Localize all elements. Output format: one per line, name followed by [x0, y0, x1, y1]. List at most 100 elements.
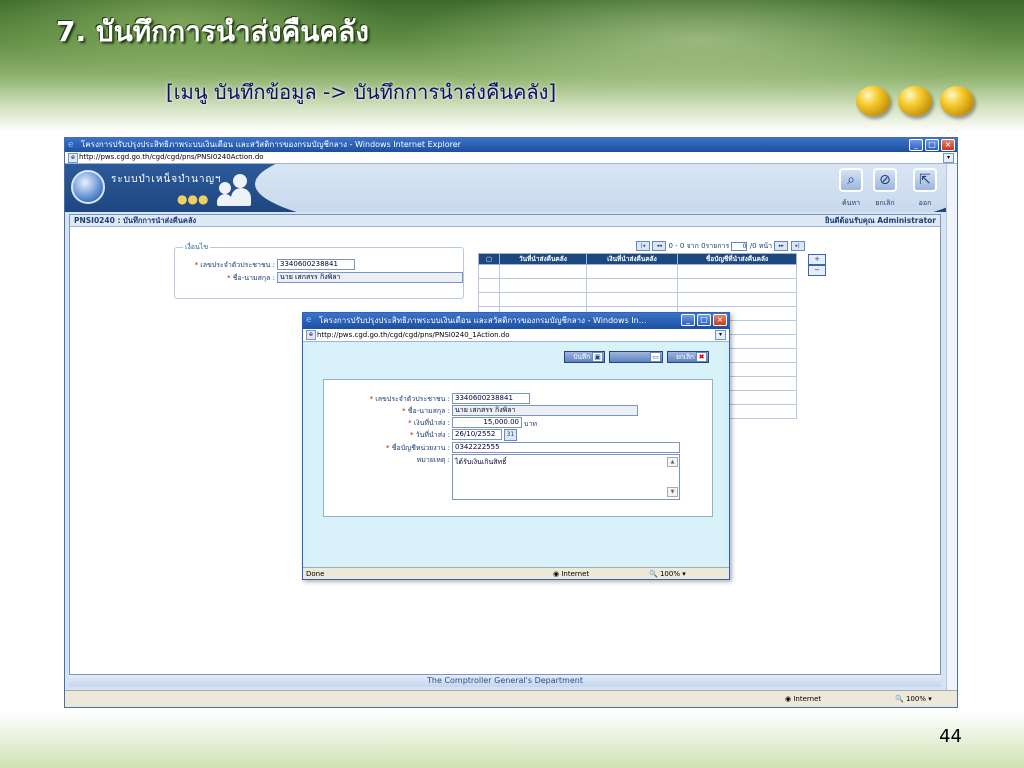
- calendar-icon[interactable]: 31: [504, 429, 517, 441]
- address-url: http://pws.cgd.go.th/cgd/cgd/pns/PNSI024…: [79, 153, 264, 161]
- clear-icon: ▭: [650, 352, 662, 362]
- browser-title: โครงการปรับปรุงประสิทธิภาพระบบเงินเดือน …: [81, 140, 461, 149]
- grid-header: ชื่อบัญชีที่นำส่งคืนคลัง: [677, 253, 797, 265]
- popup-close-button[interactable]: ×: [713, 314, 727, 326]
- date-label: * วันที่นำส่ง :: [409, 431, 450, 439]
- page-input[interactable]: 0: [731, 241, 748, 251]
- remove-row-button[interactable]: −: [808, 265, 826, 276]
- next-page-button[interactable]: ▸▸: [774, 241, 789, 251]
- remark-textarea[interactable]: ได้รับเงินเกินสิทธิ์ ▲ ▼: [452, 454, 680, 500]
- entry-form: * เลขประจำตัวประชาชน : 3340600238841 * ช…: [323, 379, 713, 517]
- status-text: Done: [306, 570, 325, 578]
- amount-label: * เงินที่นำส่ง :: [408, 419, 450, 427]
- page-scrollbar[interactable]: [946, 164, 957, 690]
- page-icon: e: [68, 153, 78, 163]
- table-cell: [478, 278, 500, 293]
- table-cell: [499, 278, 587, 293]
- search-button-label: ค้นหา: [841, 199, 860, 207]
- browser-statusbar: ◉ Internet 🔍 100% ▾: [65, 690, 957, 707]
- name-input: นาย เสกสรร กิ่งพิลา: [452, 405, 638, 416]
- maximize-button[interactable]: □: [925, 139, 939, 151]
- browser-titlebar: e โครงการปรับปรุงประสิทธิภาพระบบเงินเดือ…: [65, 138, 957, 152]
- table-cell: [677, 264, 797, 279]
- cancel-icon: ✖: [696, 352, 707, 362]
- date-input[interactable]: 26/10/2552: [452, 429, 502, 440]
- exit-button-label: ออก: [918, 199, 932, 207]
- condition-legend: เงื่อนไข: [183, 242, 211, 253]
- cancel-button-label: ยกเลิก: [875, 199, 895, 207]
- slide-footer-band: [0, 712, 1024, 768]
- page-number: 44: [939, 726, 962, 747]
- internet-zone: ◉ Internet: [785, 695, 822, 703]
- gold-ball-icon: [856, 86, 890, 116]
- welcome-text: ยินดีต้อนรับคุณ Administrator: [825, 216, 936, 225]
- save-button[interactable]: บันทึก ▣: [564, 351, 606, 363]
- table-cell: [586, 292, 678, 307]
- citizen-id-label: * เลขประจำตัวประชาชน :: [369, 395, 450, 403]
- popup-window: e โครงการปรับปรุงประสิทธิภาพระบบเงินเดือ…: [302, 312, 730, 580]
- scroll-down-icon[interactable]: ▼: [667, 487, 678, 497]
- app-footer: The Comptroller General's Department: [69, 674, 941, 687]
- prev-page-button[interactable]: ◂◂: [652, 241, 667, 251]
- account-input[interactable]: 0342222555: [452, 442, 680, 453]
- table-row[interactable]: [478, 278, 797, 293]
- table-row[interactable]: [478, 264, 797, 279]
- popup-content: บันทึก ▣ ▭ ยกเลิก ✖ * เลขประจำตัวประชาชน…: [309, 343, 723, 565]
- page-icon: e: [306, 330, 316, 340]
- remark-label: หมายเหตุ :: [416, 456, 450, 464]
- slide-subtitle: [เมนู บันทึกข้อมูล -> บันทึกการนำส่งคืนค…: [166, 80, 557, 104]
- search-button[interactable]: ⌕: [839, 168, 863, 192]
- select-all-checkbox[interactable]: ▢: [478, 253, 500, 265]
- name-label: * ชื่อ-นามสกุล :: [227, 274, 275, 282]
- gold-ball-icon: [898, 86, 932, 116]
- minimize-button[interactable]: _: [909, 139, 923, 151]
- popup-zoom-level[interactable]: 🔍 100% ▾: [649, 568, 686, 579]
- last-page-button[interactable]: ▸|: [790, 241, 805, 251]
- popup-cancel-button[interactable]: ยกเลิก ✖: [667, 351, 709, 363]
- pager: |◂ ◂◂ 0 - 0 จาก 0รายการ 0 /0 หน้า ▸▸ ▸|: [636, 241, 805, 252]
- popup-titlebar: e โครงการปรับปรุงประสิทธิภาพระบบเงินเดือ…: [303, 313, 729, 329]
- cancel-toolbar-button[interactable]: ⊘: [873, 168, 897, 192]
- popup-maximize-button[interactable]: □: [697, 314, 711, 326]
- amount-unit: บาท: [524, 420, 537, 428]
- table-cell: [478, 264, 500, 279]
- save-icon: ▣: [592, 352, 604, 362]
- grid-header: เงินที่นำส่งคืนคลัง: [586, 253, 678, 265]
- account-label: * ชื่อบัญชีหน่วยงาน :: [386, 444, 450, 452]
- table-cell: [677, 292, 797, 307]
- citizen-id-input[interactable]: 3340600238841: [277, 259, 355, 270]
- app-name: ระบบบำเหน็จบำนาญฯ: [111, 174, 222, 185]
- table-cell: [478, 292, 500, 307]
- close-button[interactable]: ×: [941, 139, 955, 151]
- condition-group: เงื่อนไข * เลขประจำตัวประชาชน : 33406002…: [174, 242, 464, 299]
- first-page-button[interactable]: |◂: [636, 241, 650, 251]
- scroll-up-icon[interactable]: ▲: [667, 457, 678, 467]
- cgd-logo-icon: [71, 170, 105, 204]
- popup-address-bar[interactable]: e http://pws.cgd.go.th/cgd/cgd/pns/PNSI0…: [303, 329, 729, 342]
- table-cell: [499, 264, 587, 279]
- popup-minimize-button[interactable]: _: [681, 314, 695, 326]
- app-banner: ระบบบำเหน็จบำนาญฯ ●●● ⌕ ⊘ ⇱ ค้นหา ยกเลิก…: [65, 164, 957, 212]
- popup-internet-zone: ◉ Internet: [553, 570, 590, 578]
- address-dropdown-icon[interactable]: ▾: [715, 330, 726, 340]
- citizen-id-input[interactable]: 3340600238841: [452, 393, 530, 404]
- coins-icon: ●●●: [177, 192, 209, 206]
- address-dropdown-icon[interactable]: ▾: [943, 153, 954, 163]
- exit-button[interactable]: ⇱: [913, 168, 937, 192]
- popup-url: http://pws.cgd.go.th/cgd/cgd/pns/PNSI024…: [317, 331, 510, 339]
- clear-button[interactable]: ▭: [609, 351, 664, 363]
- table-cell: [586, 278, 678, 293]
- address-bar[interactable]: e http://pws.cgd.go.th/cgd/cgd/pns/PNSI0…: [65, 152, 957, 164]
- popup-toolbar: บันทึก ▣ ▭ ยกเลิก ✖: [564, 351, 709, 363]
- name-input: นาย เสกสรร กิ่งพิลา: [277, 272, 463, 283]
- screen-code: PNSI0240 : บันทึกการนำส่งคืนคลัง: [74, 216, 197, 225]
- add-row-button[interactable]: +: [808, 254, 826, 265]
- gold-ball-icon: [940, 86, 974, 116]
- screen-header: PNSI0240 : บันทึกการนำส่งคืนคลัง ยินดีต้…: [70, 215, 940, 227]
- amount-input[interactable]: 15,000.00: [452, 417, 522, 428]
- table-row[interactable]: [478, 292, 797, 307]
- grid-header: วันที่นำส่งคืนคลัง: [499, 253, 587, 265]
- popup-statusbar: Done ◉ Internet 🔍 100% ▾: [303, 567, 729, 579]
- popup-title: โครงการปรับปรุงประสิทธิภาพระบบเงินเดือน …: [319, 316, 647, 325]
- zoom-level[interactable]: 🔍 100% ▾: [895, 691, 932, 707]
